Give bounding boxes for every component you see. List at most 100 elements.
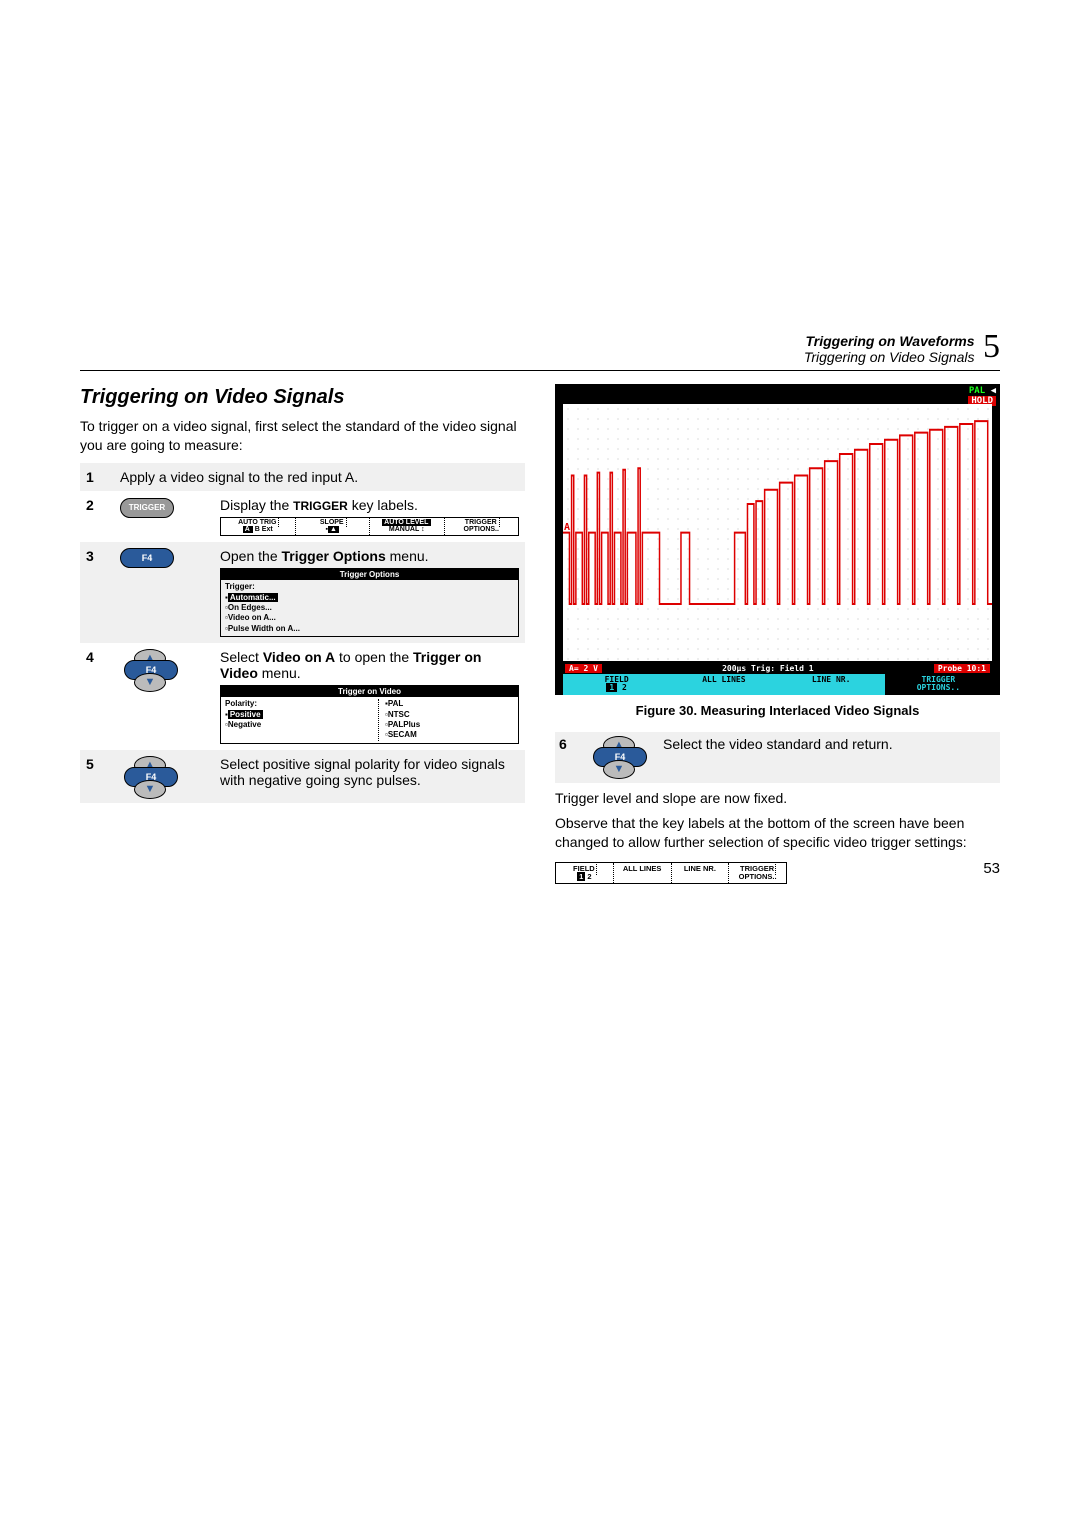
header-titles: Triggering on Waveforms Triggering on Vi… <box>804 333 975 365</box>
step-text: Select positive signal polarity for vide… <box>214 750 525 803</box>
timebase-trigger-readout: 200µs Trig: Field 1 <box>602 664 934 673</box>
chapter-number: 5 <box>983 328 1000 366</box>
intro-text: To trigger on a video signal, first sele… <box>80 417 525 455</box>
menu-item-palplus: PALPlus <box>388 720 420 729</box>
page-number: 53 <box>983 860 1000 877</box>
t: OPTIONS.. <box>462 525 501 534</box>
t: OPTIONS.. <box>915 681 962 694</box>
arrow-down-icon: ▼ <box>134 673 166 692</box>
t: menu. <box>386 548 429 564</box>
menu-body: Polarity: ▪Positive ▫Negative ▪PAL ▫NTSC… <box>221 697 518 743</box>
softlabel-line-nr: LINE NR. <box>672 863 730 884</box>
trigger-keycap-icon: TRIGGER <box>120 498 174 518</box>
menu-item-ntsc: NTSC <box>388 710 410 719</box>
menu-item-video-on-a: Video on A... <box>228 613 276 622</box>
softlabel-line-nr: LINE NR. <box>778 674 885 696</box>
step-key-cell: ▲ F4 ▼ <box>114 643 214 750</box>
menu-heading: Trigger: <box>225 582 255 591</box>
f4-keycap-icon: F4 <box>120 548 174 568</box>
step-number: 2 <box>80 491 114 542</box>
t: AUTO TRIG <box>236 518 279 527</box>
menu-title: Trigger Options <box>221 569 518 580</box>
step-number: 6 <box>559 736 579 752</box>
page-header: Triggering on Waveforms Triggering on Vi… <box>80 330 1000 370</box>
menu-item-on-edges: On Edges... <box>228 603 272 612</box>
step-row-2: 2 TRIGGER Display the TRIGGER key labels… <box>80 491 525 542</box>
step-number: 3 <box>80 542 114 643</box>
menu-body: Trigger: ▪Automatic... ▫On Edges... ▫Vid… <box>221 580 518 636</box>
step-text: Apply a video signal to the red input A. <box>114 463 525 491</box>
trigger-inline-key: TRIGGER <box>293 499 348 513</box>
section-title: Triggering on Video Signals <box>80 386 525 409</box>
menu-item-pulse-width: Pulse Width on A... <box>228 624 300 633</box>
step-text: Select the video standard and return. <box>663 736 893 752</box>
a-vertical-readout: A= 2 V <box>565 664 602 673</box>
t: FIELD <box>572 862 597 875</box>
step-row-3: 3 F4 Open the Trigger Options menu. Trig… <box>80 542 525 643</box>
screen-soft-labels: FIELD1 2 ALL LINES LINE NR. TRIGGEROPTIO… <box>563 674 992 696</box>
header-chapter: Triggering on Waveforms <box>804 333 975 349</box>
step-row-5: 5 ▲ F4 ▼ Select positive signal polarity… <box>80 750 525 803</box>
softlabel-auto-level: AUTO LEVELMANUAL ↕ <box>370 518 445 535</box>
t: MANUAL ↕ <box>387 525 427 534</box>
step-text: Display the TRIGGER key labels. AUTO TRI… <box>214 491 525 542</box>
step-number: 5 <box>80 750 114 803</box>
screen-info-bar: A= 2 V 200µs Trig: Field 1 Probe 10:1 <box>563 663 992 674</box>
screen-bottom: A= 2 V 200µs Trig: Field 1 Probe 10:1 FI… <box>563 663 992 696</box>
step-key-cell: TRIGGER <box>114 491 214 542</box>
step-key-cell: ▲ F4 ▼ <box>589 736 653 779</box>
step-text: Open the Trigger Options menu. Trigger O… <box>214 542 525 643</box>
t: Display the <box>220 497 293 513</box>
step-text: Select Video on A to open the Trigger on… <box>214 643 525 750</box>
softlabel-trigger-options: TRIGGEROPTIONS.. <box>885 674 992 696</box>
t: Open the <box>220 548 282 564</box>
header-section: Triggering on Video Signals <box>804 349 975 365</box>
figure-caption: Figure 30. Measuring Interlaced Video Si… <box>555 703 1000 718</box>
softlabel-all-lines: ALL LINES <box>614 863 672 884</box>
right-column: PAL ◀ HOLD A A= 2 V 200µs Trig: Field 1 … <box>555 384 1000 884</box>
paragraph: Trigger level and slope are now fixed. <box>555 789 1000 808</box>
probe-readout: Probe 10:1 <box>934 664 990 673</box>
soft-labels-s2: AUTO TRIGA A B ExtB Ext SLOPE▪▲ AUTO LEV… <box>220 517 519 536</box>
step-number: 1 <box>80 463 114 491</box>
menu-item-negative: Negative <box>228 720 261 729</box>
softlabel-trigger-options: TRIGGEROPTIONS.. <box>729 863 786 884</box>
t: Video on A <box>263 649 335 665</box>
t: OPTIONS.. <box>738 870 778 883</box>
menu-item-pal: PAL <box>388 699 403 708</box>
nav-pad-icon: ▲ F4 ▼ <box>120 756 178 794</box>
menu-standard-col: ▪PAL ▫NTSC ▫PALPlus ▫SECAM <box>378 699 514 741</box>
step-key-cell: F4 <box>114 542 214 643</box>
t: Select <box>220 649 263 665</box>
menu-polarity-col: Polarity: ▪Positive ▫Negative <box>225 699 354 741</box>
softlabel-auto-trig: AUTO TRIGA A B ExtB Ext <box>221 518 296 535</box>
step-key-cell: ▲ F4 ▼ <box>114 750 214 803</box>
softlabel-field: FIELD1 2 <box>563 674 670 696</box>
paragraph: Observe that the key labels at the botto… <box>555 814 1000 852</box>
t: SLOPE <box>318 518 347 527</box>
menu-title: Trigger on Video <box>221 686 518 697</box>
trigger-options-menu: Trigger Options Trigger: ▪Automatic... ▫… <box>220 568 519 637</box>
menu-item-secam: SECAM <box>388 730 417 739</box>
trigger-on-video-menu: Trigger on Video Polarity: ▪Positive ▫Ne… <box>220 685 519 744</box>
steps-table: 1 Apply a video signal to the red input … <box>80 463 525 803</box>
scope-screen: PAL ◀ HOLD A A= 2 V 200µs Trig: Field 1 … <box>555 384 1000 695</box>
t: Trigger Options <box>282 548 386 564</box>
menu-item-positive: Positive <box>228 710 263 719</box>
left-column: Triggering on Video Signals To trigger o… <box>80 384 525 884</box>
menu-item-automatic: Automatic... <box>228 593 278 602</box>
softlabel-trigger-options: TRIGGEROPTIONS.. <box>445 518 519 535</box>
nav-pad-icon: ▲ F4 ▼ <box>589 736 647 774</box>
arrow-down-icon: ▼ <box>134 780 166 799</box>
header-rule <box>80 370 1000 371</box>
step-row-1: 1 Apply a video signal to the red input … <box>80 463 525 491</box>
step-number: 4 <box>80 643 114 750</box>
menu-heading: Polarity: <box>225 699 257 708</box>
nav-pad-icon: ▲ F4 ▼ <box>120 649 178 687</box>
softlabel-slope: SLOPE▪▲ <box>296 518 371 535</box>
softlabel-field: FIELD1 2 <box>556 863 614 884</box>
pal-indicator: PAL <box>969 386 985 396</box>
t: to open the <box>335 649 413 665</box>
step-row-4: 4 ▲ F4 ▼ Select Video on A to open the T… <box>80 643 525 750</box>
waveform-area: A <box>563 404 992 661</box>
